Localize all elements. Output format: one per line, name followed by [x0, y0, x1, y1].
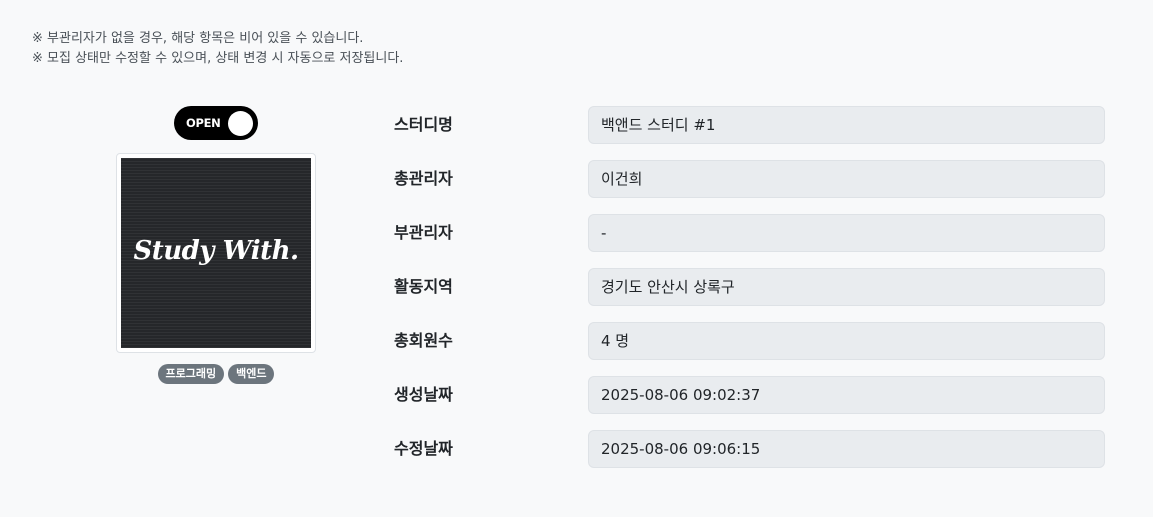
study-thumbnail: Study With. — [121, 158, 311, 348]
updated-at-field: 2025-08-06 09:06:15 — [588, 430, 1105, 468]
tag-badge: 백엔드 — [228, 364, 275, 384]
tag-badge: 프로그래밍 — [157, 364, 225, 384]
sub-admin-field: - — [588, 214, 1105, 252]
admin-label: 총관리자 — [394, 169, 453, 188]
notice-line-sub-admin: ※ 부관리자가 없을 경우, 해당 항목은 비어 있을 수 있습니다. — [32, 31, 364, 46]
updated-at-label: 수정날짜 — [394, 439, 453, 458]
study-thumbnail-frame: Study With. — [116, 153, 316, 353]
info-row-sub-admin: 부관리자 - — [394, 214, 1105, 252]
study-name-label: 스터디명 — [394, 115, 453, 134]
recruit-status-toggle[interactable]: OPEN — [174, 106, 258, 140]
region-field: 경기도 안산시 상록구 — [588, 268, 1105, 306]
info-row-member-count: 총회원수 4 명 — [394, 322, 1105, 360]
created-at-field: 2025-08-06 09:02:37 — [588, 376, 1105, 414]
info-row-admin: 총관리자 이건희 — [394, 160, 1105, 198]
toggle-knob[interactable] — [228, 111, 253, 136]
study-tags: 프로그래밍 백엔드 — [116, 364, 316, 384]
info-row-created-at: 생성날짜 2025-08-06 09:02:37 — [394, 376, 1105, 414]
created-at-label: 생성날짜 — [394, 385, 453, 404]
info-row-updated-at: 수정날짜 2025-08-06 09:06:15 — [394, 430, 1105, 468]
toggle-label: OPEN — [186, 116, 221, 130]
info-row-region: 활동지역 경기도 안산시 상록구 — [394, 268, 1105, 306]
admin-field: 이건희 — [588, 160, 1105, 198]
study-name-field: 백앤드 스터디 #1 — [588, 106, 1105, 144]
sub-admin-label: 부관리자 — [394, 223, 453, 242]
region-label: 활동지역 — [394, 277, 453, 296]
notice-line-recruit-status: ※ 모집 상태만 수정할 수 있으며, 상태 변경 시 자동으로 저장됩니다. — [32, 51, 404, 66]
notice-text: ※ 부관리자가 없을 경우, 해당 항목은 비어 있을 수 있습니다. ※ 모집… — [32, 29, 403, 69]
info-row-study-name: 스터디명 백앤드 스터디 #1 — [394, 106, 1105, 144]
member-count-label: 총회원수 — [394, 331, 453, 350]
thumbnail-logo-text: Study With. — [133, 236, 299, 266]
member-count-field: 4 명 — [588, 322, 1105, 360]
